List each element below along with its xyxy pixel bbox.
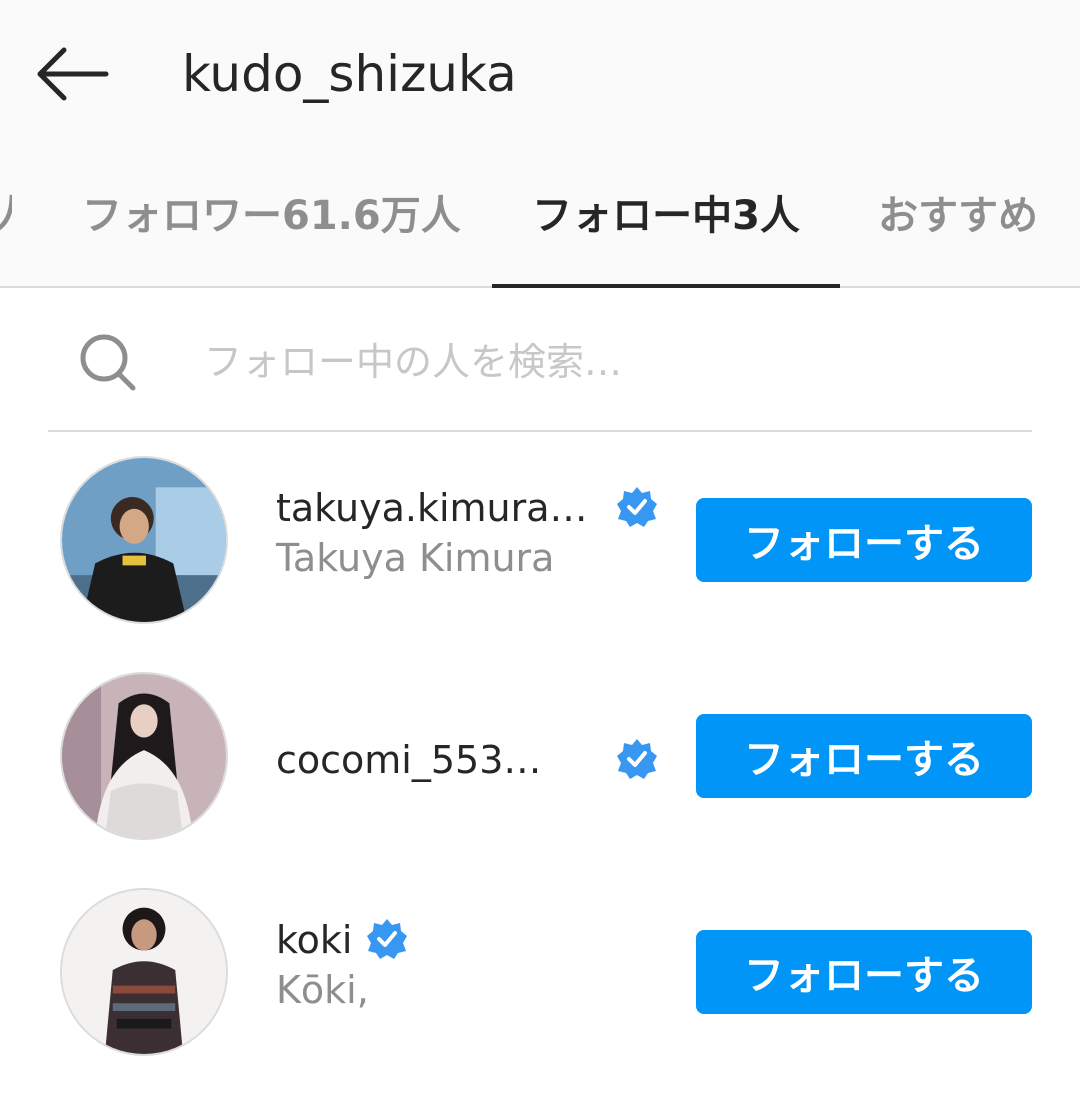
arrow-left-icon [37,47,109,101]
follow-button[interactable]: フォローする [696,930,1032,1014]
list-item: takuya.kimura… Takuya Kimura フォローする [0,440,1080,640]
verified-badge-icon [617,487,657,527]
avatar[interactable] [60,888,228,1056]
verified-badge-icon [617,739,657,779]
follow-button[interactable]: フォローする [696,714,1032,798]
search-bar [48,300,1032,432]
follow-button[interactable]: フォローする [696,498,1032,582]
verified-badge-icon [367,919,407,959]
search-input[interactable] [204,330,1004,394]
avatar-photo-icon [62,890,226,1054]
username[interactable]: koki [276,918,352,962]
back-button[interactable] [30,38,114,110]
search-icon [80,334,136,391]
avatar[interactable] [60,456,228,624]
tab-followers[interactable]: フォロワー61.6万人 [82,176,461,256]
top-bar: kudo_shizuka 人 フォロワー61.6万人 フォロー中3人 おすすめ [0,0,1080,288]
avatar-photo-icon [62,674,226,838]
list-item: koki Kōki, フォローする [0,872,1080,1072]
active-tab-indicator [492,284,840,288]
list-item: cocomi_553… フォローする [0,656,1080,856]
tab-suggested[interactable]: おすすめ [878,176,1038,256]
full-name: Takuya Kimura [276,536,555,580]
avatar[interactable] [60,672,228,840]
tab-previous[interactable]: 人 [0,176,12,256]
tab-following[interactable]: フォロー中3人 [492,176,840,256]
full-name: Kōki, [276,968,369,1012]
username[interactable]: cocomi_553… [276,738,541,782]
username[interactable]: takuya.kimura… [276,486,588,530]
avatar-photo-icon [62,458,226,622]
page-title: kudo_shizuka [182,45,517,103]
